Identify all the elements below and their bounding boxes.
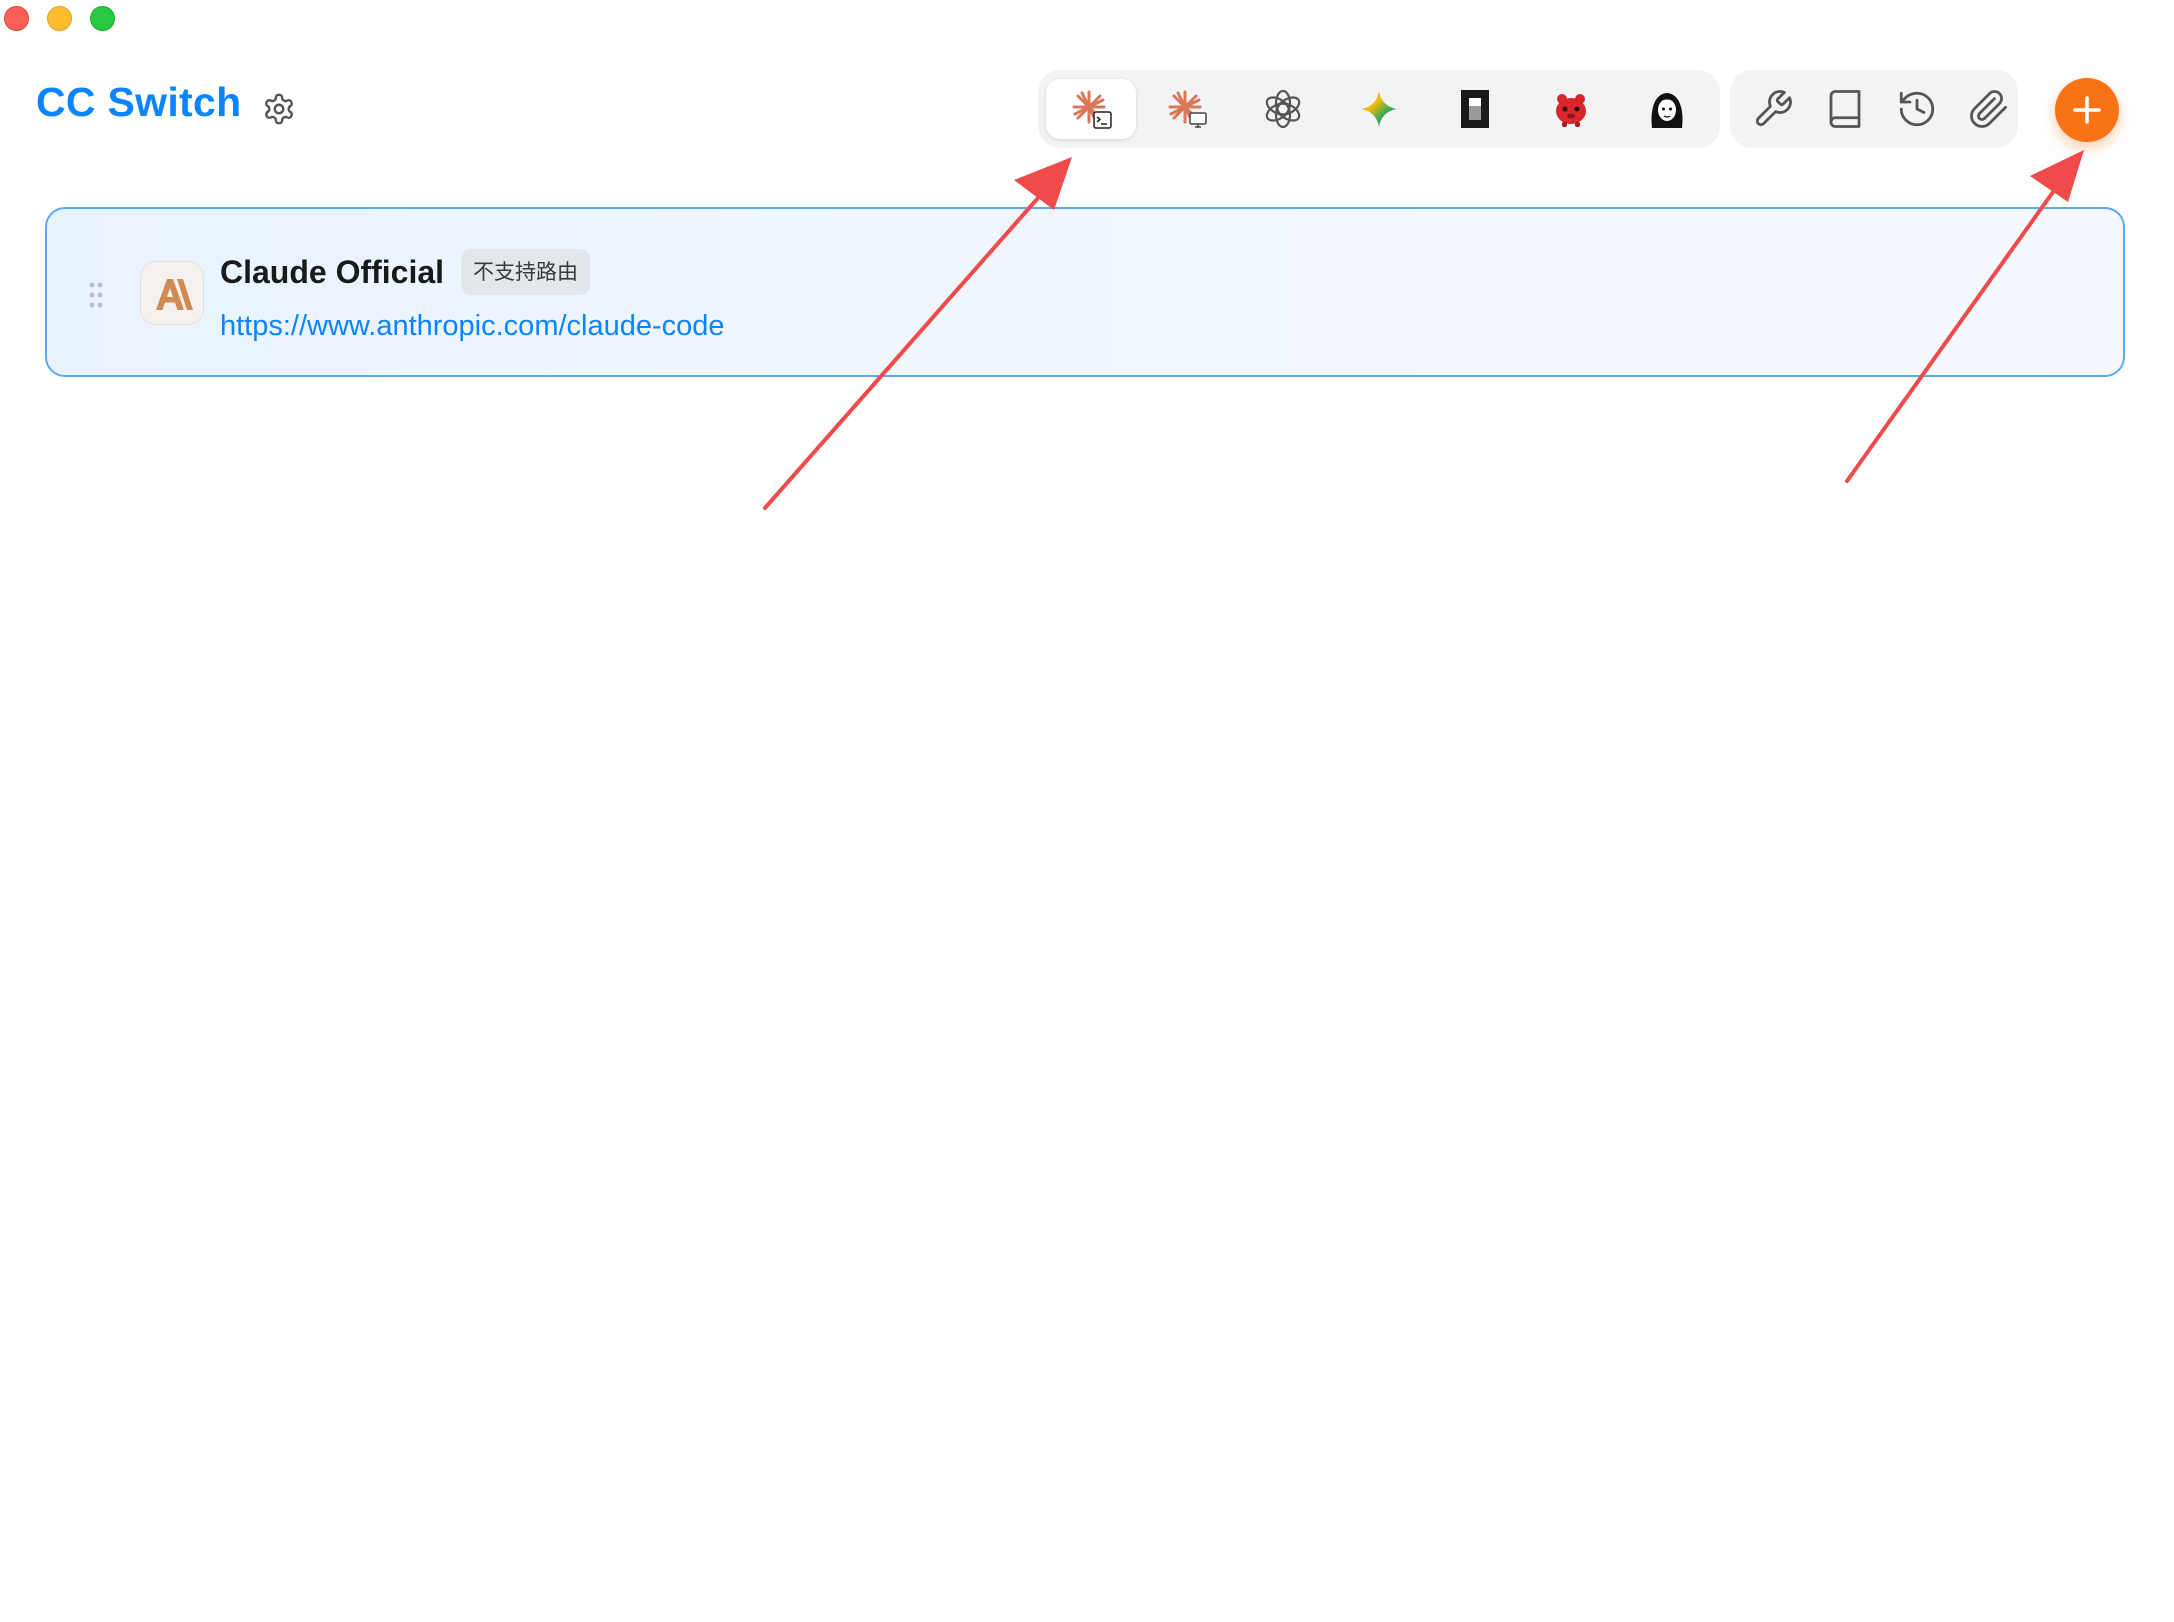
anthropic-logo-icon bbox=[156, 279, 193, 310]
provider-card[interactable]: Claude Official 不支持路由 https://www.anthro… bbox=[45, 207, 2125, 377]
tools-button[interactable] bbox=[1752, 88, 1794, 130]
window-maximize-button[interactable] bbox=[90, 6, 115, 31]
claude-desktop-icon bbox=[1166, 88, 1208, 130]
tools-group bbox=[1730, 70, 2018, 148]
window-close-button[interactable] bbox=[4, 6, 29, 31]
tab-red-mascot-app[interactable] bbox=[1526, 79, 1616, 139]
tab-claude-desktop[interactable] bbox=[1142, 79, 1232, 139]
gemini-sparkle-icon bbox=[1358, 88, 1400, 130]
provider-name: Claude Official bbox=[220, 254, 445, 290]
paperclip-icon bbox=[1970, 90, 2007, 128]
tab-claude-code[interactable] bbox=[1046, 79, 1136, 139]
plus-icon bbox=[2073, 96, 2101, 124]
tab-openai-codex[interactable] bbox=[1238, 79, 1328, 139]
routing-badge: 不支持路由 bbox=[461, 249, 590, 295]
docs-button[interactable] bbox=[1824, 88, 1866, 130]
tab-gemini[interactable] bbox=[1334, 79, 1424, 139]
provider-logo bbox=[140, 261, 204, 325]
provider-url-link[interactable]: https://www.anthropic.com/claude-code bbox=[220, 309, 725, 344]
red-mascot-icon bbox=[1550, 88, 1592, 130]
gear-icon bbox=[265, 93, 293, 125]
tab-opencode[interactable] bbox=[1430, 79, 1520, 139]
attachments-button[interactable] bbox=[1968, 88, 2010, 130]
history-icon bbox=[1899, 91, 1935, 127]
history-button[interactable] bbox=[1896, 88, 1938, 130]
openai-icon bbox=[1262, 88, 1304, 130]
character-avatar-icon bbox=[1646, 88, 1688, 130]
book-icon bbox=[1829, 90, 1861, 128]
settings-button[interactable] bbox=[262, 92, 296, 126]
window-minimize-button[interactable] bbox=[47, 6, 72, 31]
add-provider-button[interactable] bbox=[2055, 78, 2119, 142]
wrench-icon bbox=[1755, 90, 1792, 127]
claude-terminal-icon bbox=[1070, 88, 1112, 130]
drag-handle[interactable] bbox=[87, 281, 105, 309]
window-controls bbox=[4, 6, 115, 31]
tab-character-app[interactable] bbox=[1622, 79, 1712, 139]
app-switcher bbox=[1038, 70, 1720, 148]
opencode-icon bbox=[1454, 88, 1496, 130]
app-title: CC Switch bbox=[36, 79, 242, 125]
grip-icon bbox=[89, 282, 103, 308]
